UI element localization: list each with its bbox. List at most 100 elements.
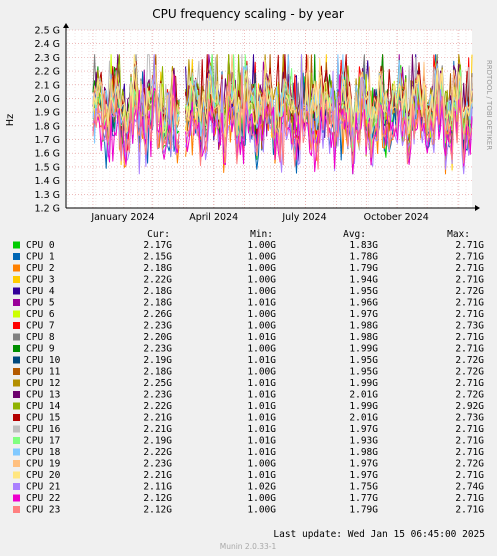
legend-min: 1.02G	[247, 482, 276, 493]
legend-avg: 1.95G	[349, 286, 378, 297]
legend-avg: 1.95G	[349, 367, 378, 378]
y-tick-label: 1.7 G	[35, 135, 61, 146]
y-tick-label: 1.2 G	[35, 204, 61, 215]
legend-max: 2.71G	[455, 378, 484, 389]
legend-header-cur: Cur:	[147, 229, 170, 240]
legend-max: 2.72G	[455, 367, 484, 378]
x-tick-label: October 2024	[364, 212, 429, 223]
legend-swatch	[13, 287, 20, 295]
legend-avg: 1.97G	[349, 309, 378, 320]
legend-swatch	[13, 448, 20, 456]
y-tick-label: 1.3 G	[35, 190, 61, 201]
legend-cur: 2.20G	[143, 332, 172, 343]
x-tick-label: January 2024	[90, 212, 154, 223]
y-tick-label: 2.4 G	[35, 39, 61, 50]
legend-max: 2.72G	[455, 355, 484, 366]
legend-max: 2.72G	[455, 286, 484, 297]
legend-cur: 2.23G	[143, 321, 172, 332]
legend-swatch	[13, 253, 20, 260]
legend-min: 1.00G	[247, 367, 276, 378]
legend-max: 2.71G	[455, 332, 484, 343]
legend-avg: 1.97G	[349, 459, 378, 470]
y-tick-label: 1.8 G	[35, 121, 61, 132]
legend-cur: 2.21G	[143, 424, 172, 435]
legend-min: 1.01G	[247, 436, 276, 447]
legend-avg: 1.95G	[349, 355, 378, 366]
legend-name: CPU 5	[26, 298, 55, 309]
legend-name: CPU 23	[26, 505, 60, 516]
y-axis-label: Hz	[5, 114, 16, 126]
legend-min: 1.00G	[247, 321, 276, 332]
legend-max: 2.73G	[455, 321, 484, 332]
legend-avg: 1.99G	[349, 378, 378, 389]
legend-cur: 2.23G	[143, 459, 172, 470]
legend-cur: 2.18G	[143, 367, 172, 378]
legend-cur: 2.26G	[143, 309, 172, 320]
legend-cur: 2.22G	[143, 401, 172, 412]
legend-name: CPU 2	[26, 263, 55, 274]
legend-cur: 2.18G	[143, 298, 172, 309]
y-tick-label: 2.5 G	[35, 26, 61, 37]
legend-min: 1.00G	[247, 275, 276, 286]
x-tick-label: July 2024	[281, 212, 326, 223]
legend-cur: 2.21G	[143, 413, 172, 424]
legend-header-avg: Avg:	[343, 229, 366, 240]
legend-cur: 2.12G	[143, 493, 172, 504]
munin-cpu-frequency-graph: CPU frequency scaling - by year RRDTOOL …	[0, 0, 497, 556]
legend-min: 1.01G	[247, 298, 276, 309]
legend-avg: 1.79G	[349, 505, 378, 516]
legend-max: 2.74G	[455, 482, 484, 493]
legend-avg: 2.01G	[349, 413, 378, 424]
legend-max: 2.71G	[455, 252, 484, 263]
legend-swatch	[13, 425, 20, 433]
legend-max: 2.92G	[455, 401, 484, 412]
legend-min: 1.01G	[247, 390, 276, 401]
legend-name: CPU 0	[26, 240, 55, 251]
legend-name: CPU 21	[26, 482, 61, 493]
legend-swatch	[13, 333, 20, 341]
y-tick-label: 2.0 G	[35, 94, 61, 105]
legend-max: 2.71G	[455, 275, 484, 286]
legend-min: 1.00G	[247, 459, 276, 470]
legend-avg: 1.77G	[349, 493, 378, 504]
legend-name: CPU 17	[26, 436, 60, 447]
legend-min: 1.00G	[247, 252, 276, 263]
legend-name: CPU 7	[26, 321, 55, 332]
legend-swatch	[13, 276, 20, 283]
legend-max: 2.71G	[455, 240, 484, 251]
legend-min: 1.00G	[247, 286, 276, 297]
legend-min: 1.00G	[247, 263, 276, 274]
legend-cur: 2.12G	[143, 505, 172, 516]
legend-max: 2.71G	[455, 447, 484, 458]
legend-avg: 1.79G	[349, 263, 378, 274]
legend-name: CPU 19	[26, 459, 61, 470]
legend-header-max: Max:	[447, 229, 470, 240]
legend-swatch	[13, 345, 20, 352]
legend-name: CPU 1	[26, 252, 55, 263]
y-tick-label: 2.1 G	[35, 80, 61, 91]
legend-cur: 2.21G	[143, 470, 172, 481]
legend-cur: 2.18G	[143, 263, 172, 274]
legend-name: CPU 16	[26, 424, 61, 435]
legend-swatch	[13, 471, 20, 479]
legend-swatch	[13, 379, 20, 387]
legend-cur: 2.17G	[143, 240, 172, 251]
x-tick-label: April 2024	[189, 212, 238, 223]
y-tick-label: 1.5 G	[35, 162, 61, 173]
legend-min: 1.00G	[247, 505, 276, 516]
legend-max: 2.71G	[455, 436, 484, 447]
legend-min: 1.01G	[247, 332, 276, 343]
legend-max: 2.71G	[455, 470, 484, 481]
legend-avg: 1.97G	[349, 424, 378, 435]
legend-avg: 1.93G	[349, 436, 378, 447]
legend-cur: 2.18G	[143, 286, 172, 297]
legend-max: 2.71G	[455, 309, 484, 320]
legend-name: CPU 6	[26, 309, 55, 320]
legend-avg: 1.98G	[349, 332, 378, 343]
legend-avg: 1.97G	[349, 470, 378, 481]
legend-cur: 2.19G	[143, 436, 172, 447]
legend-name: CPU 14	[26, 401, 61, 412]
legend-cur: 2.25G	[143, 378, 172, 389]
legend-swatch	[13, 414, 20, 421]
legend-max: 2.71G	[455, 424, 484, 435]
